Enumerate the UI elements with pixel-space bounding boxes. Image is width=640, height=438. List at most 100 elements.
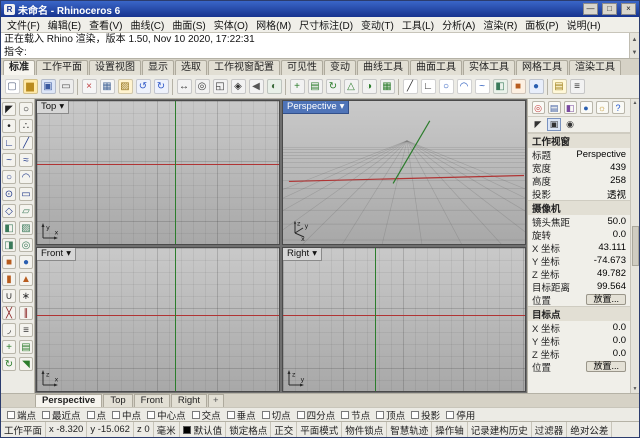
command-prompt[interactable]: 指令: (4, 46, 636, 58)
osnap-item[interactable]: 停用 (446, 408, 475, 421)
object-properties-icon[interactable]: ≡ (568, 78, 586, 96)
toolbar-group-tab[interactable]: 标准 (3, 60, 35, 75)
toolbar-group-tab[interactable]: 曲面工具 (410, 60, 462, 75)
scroll-up-icon[interactable]: ▲ (632, 34, 638, 47)
shaded-view-icon[interactable]: ◐ (265, 78, 283, 96)
line-icon[interactable]: ╱ (401, 78, 419, 96)
toolbar-group-tab[interactable]: 渲染工具 (569, 60, 621, 75)
scroll-down-icon[interactable]: ▼ (633, 386, 638, 392)
circle-tool-icon[interactable]: ○ (2, 169, 17, 185)
ortho-toggle[interactable]: 正交 (271, 422, 298, 437)
menu-item[interactable]: 查看(V) (85, 17, 126, 32)
offset-icon[interactable]: ≡ (19, 322, 34, 338)
arc-icon[interactable]: ◠ (455, 78, 473, 96)
checkbox-icon[interactable] (341, 410, 350, 419)
curve-tool-icon[interactable]: ~ (2, 152, 17, 168)
planar-toggle[interactable]: 平面模式 (297, 422, 343, 437)
explode-icon[interactable]: ∗ (19, 288, 34, 304)
viewport-tab-right[interactable]: Right (170, 394, 208, 407)
osnap-item[interactable]: 点 (86, 408, 106, 421)
property-value[interactable]: 0.0 (613, 322, 626, 333)
interpolate-curve-icon[interactable]: ≈ (19, 152, 34, 168)
checkbox-icon[interactable] (42, 410, 51, 419)
select-pointer-icon[interactable]: ◤ (2, 101, 17, 117)
viewport-perspective[interactable]: z y x Perspective ▾ (282, 100, 526, 245)
property-value[interactable]: 0.0 (613, 348, 626, 359)
layer-indicator[interactable]: 默认值 (180, 422, 227, 437)
redo-icon[interactable]: ↻ (152, 78, 170, 96)
scroll-up-icon[interactable]: ▲ (633, 100, 638, 106)
paste-icon[interactable]: ▨ (116, 78, 134, 96)
toolbar-group-tab[interactable]: 显示 (142, 60, 174, 75)
undo-view-icon[interactable]: ◀ (247, 78, 265, 96)
layers-tab-icon[interactable]: ▤ (547, 101, 561, 115)
menu-item[interactable]: 曲面(S) (168, 17, 209, 32)
checkbox-icon[interactable] (226, 410, 235, 419)
command-area[interactable]: 正在载入 Rhino 渲染，版本 1.50, Nov 10 2020, 17:2… (1, 33, 639, 59)
cut-icon[interactable]: × (80, 78, 98, 96)
scale-icon[interactable]: △ (342, 78, 360, 96)
layers-icon[interactable]: ▤ (550, 78, 568, 96)
toolbar-group-tab[interactable]: 设置视图 (89, 60, 141, 75)
new-file-icon[interactable]: ▢ (3, 78, 21, 96)
x-coordinate[interactable]: x -8.320 (46, 422, 88, 437)
menu-item[interactable]: 文件(F) (3, 17, 44, 32)
property-value[interactable]: 放置... (586, 361, 626, 372)
zoom-window-icon[interactable]: ◱ (211, 78, 229, 96)
osnap-item[interactable]: 投影 (411, 408, 440, 421)
smarttrack-toggle[interactable]: 智慧轨迹 (387, 422, 433, 437)
pan-icon[interactable]: ↔ (175, 78, 193, 96)
osnap-item[interactable]: 中心点 (147, 408, 186, 421)
print-icon[interactable]: ▭ (57, 78, 75, 96)
osnap-item[interactable]: 最近点 (42, 408, 81, 421)
osnap-item[interactable]: 切点 (261, 408, 291, 421)
cone-tool-icon[interactable]: ▲ (19, 271, 34, 287)
scrollbar-thumb[interactable] (631, 226, 639, 266)
sphere-icon[interactable]: ● (527, 78, 545, 96)
loft-tool-icon[interactable]: ▨ (19, 220, 34, 236)
property-value[interactable]: 258 (610, 175, 626, 186)
property-value[interactable]: 49.782 (597, 268, 626, 279)
toolbar-group-tab[interactable]: 可见性 (281, 60, 323, 75)
checkbox-icon[interactable] (411, 410, 420, 419)
checkbox-icon[interactable] (191, 410, 200, 419)
join-icon[interactable]: ∪ (2, 288, 17, 304)
mirror-icon[interactable]: ◑ (360, 78, 378, 96)
camera-page-icon[interactable]: ◉ (563, 118, 577, 131)
gumball-toggle[interactable]: 操作轴 (432, 422, 468, 437)
property-value[interactable]: 43.111 (598, 242, 626, 253)
sphere-tool-icon[interactable]: ● (19, 254, 34, 270)
tolerance-display[interactable]: 绝对公差 (567, 422, 613, 437)
copy-tool-icon[interactable]: ▤ (19, 339, 34, 355)
help-tab-icon[interactable]: ? (611, 101, 625, 115)
viewport-tab-top[interactable]: Top (103, 394, 133, 407)
scale-tool-icon[interactable]: ◥ (19, 356, 34, 372)
property-value[interactable]: Perspective (576, 149, 626, 160)
trim-icon[interactable]: ╳ (2, 305, 17, 321)
property-value[interactable]: 0.0 (613, 335, 626, 346)
viewport-menu-arrow[interactable]: ▾ (340, 101, 345, 113)
checkbox-icon[interactable] (112, 410, 121, 419)
array-icon[interactable]: ▦ (378, 78, 396, 96)
checkbox-icon[interactable] (7, 410, 15, 419)
rotate-icon[interactable]: ↻ (324, 78, 342, 96)
toolbar-group-tab[interactable]: 网格工具 (516, 60, 568, 75)
maximize-button[interactable]: □ (602, 3, 617, 15)
menu-item[interactable]: 网格(M) (252, 17, 295, 32)
zoom-extents-icon[interactable]: ◈ (229, 78, 247, 96)
toolbar-group-tab[interactable]: 曲线工具 (357, 60, 409, 75)
circle-icon[interactable]: ○ (437, 78, 455, 96)
toolbar-group-tab[interactable]: 工作平面 (36, 60, 88, 75)
z-coordinate[interactable]: z 0 (134, 422, 154, 437)
fillet-icon[interactable]: ◞ (2, 322, 17, 338)
zoom-dynamic-icon[interactable]: ◎ (193, 78, 211, 96)
ellipse-tool-icon[interactable]: ⊙ (2, 186, 17, 202)
property-value[interactable]: -74.673 (594, 255, 626, 266)
checkbox-icon[interactable] (446, 410, 455, 419)
property-value[interactable]: 99.564 (597, 281, 626, 292)
checkbox-icon[interactable] (376, 410, 385, 419)
properties-tab-icon[interactable]: ◎ (531, 101, 545, 115)
menu-item[interactable]: 变动(T) (357, 17, 398, 32)
property-value[interactable]: 放置... (586, 294, 626, 305)
box-icon[interactable]: ■ (509, 78, 527, 96)
